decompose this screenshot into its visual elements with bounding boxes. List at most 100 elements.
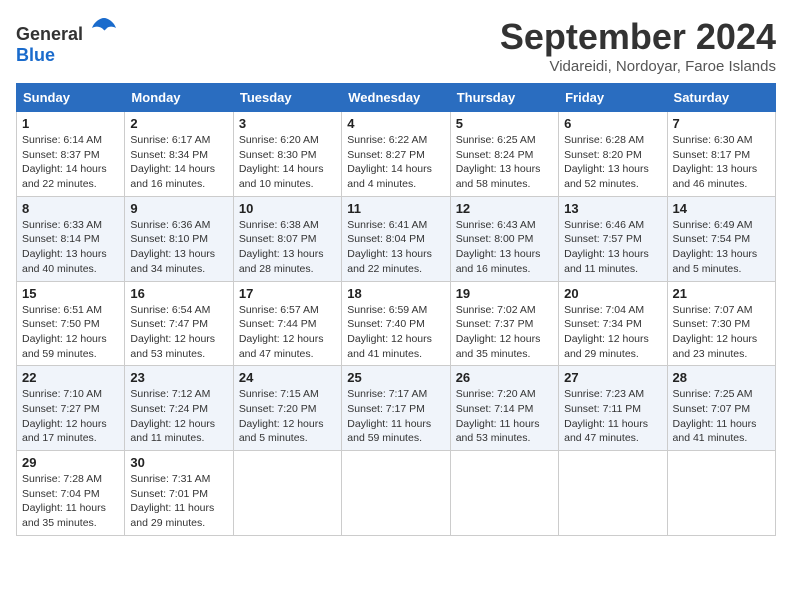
day-number: 14 <box>673 201 770 216</box>
calendar-cell: 21 Sunrise: 7:07 AMSunset: 7:30 PMDayligh… <box>667 281 775 366</box>
calendar-cell: 12 Sunrise: 6:43 AMSunset: 8:00 PMDayligh… <box>450 196 558 281</box>
day-number: 6 <box>564 116 661 131</box>
day-info: Sunrise: 6:28 AMSunset: 8:20 PMDaylight:… <box>564 133 661 192</box>
calendar-cell <box>342 451 450 536</box>
day-info: Sunrise: 6:43 AMSunset: 8:00 PMDaylight:… <box>456 218 553 277</box>
calendar-cell: 24Sunrise: 7:15 AMSunset: 7:20 PMDayligh… <box>233 366 341 451</box>
day-info: Sunrise: 6:41 AMSunset: 8:04 PMDaylight:… <box>347 218 444 277</box>
calendar-cell: 30Sunrise: 7:31 AMSunset: 7:01 PMDayligh… <box>125 451 233 536</box>
calendar-cell: 27 Sunrise: 7:23 AMSunset: 7:11 PMDayligh… <box>559 366 667 451</box>
day-info: Sunrise: 7:31 AMSunset: 7:01 PMDaylight:… <box>130 472 227 531</box>
day-info: Sunrise: 6:17 AMSunset: 8:34 PMDaylight:… <box>130 133 227 192</box>
day-number: 25 <box>347 370 444 385</box>
calendar-cell: 7 Sunrise: 6:30 AMSunset: 8:17 PMDaylight… <box>667 112 775 197</box>
calendar-cell: 6 Sunrise: 6:28 AMSunset: 8:20 PMDaylight… <box>559 112 667 197</box>
day-info: Sunrise: 7:28 AMSunset: 7:04 PMDaylight:… <box>22 472 119 531</box>
day-info: Sunrise: 6:22 AMSunset: 8:27 PMDaylight:… <box>347 133 444 192</box>
day-number: 27 <box>564 370 661 385</box>
weekday-header-monday: Monday <box>125 84 233 112</box>
weekday-header-tuesday: Tuesday <box>233 84 341 112</box>
day-info: Sunrise: 6:33 AMSunset: 8:14 PMDaylight:… <box>22 218 119 277</box>
day-number: 5 <box>456 116 553 131</box>
calendar-cell: 28 Sunrise: 7:25 AMSunset: 7:07 PMDayligh… <box>667 366 775 451</box>
day-info: Sunrise: 6:38 AMSunset: 8:07 PMDaylight:… <box>239 218 336 277</box>
calendar-cell: 4Sunrise: 6:22 AMSunset: 8:27 PMDaylight… <box>342 112 450 197</box>
week-row-4: 22 Sunrise: 7:10 AMSunset: 7:27 PMDayligh… <box>17 366 776 451</box>
weekday-header-saturday: Saturday <box>667 84 775 112</box>
weekday-header-sunday: Sunday <box>17 84 125 112</box>
day-number: 28 <box>673 370 770 385</box>
day-info: Sunrise: 6:36 AMSunset: 8:10 PMDaylight:… <box>130 218 227 277</box>
day-info: Sunrise: 7:17 AMSunset: 7:17 PMDaylight:… <box>347 387 444 446</box>
day-number: 29 <box>22 455 119 470</box>
day-info: Sunrise: 7:10 AMSunset: 7:27 PMDaylight:… <box>22 387 119 446</box>
day-number: 2 <box>130 116 227 131</box>
day-number: 1 <box>22 116 119 131</box>
calendar-cell: 25 Sunrise: 7:17 AMSunset: 7:17 PMDayligh… <box>342 366 450 451</box>
day-info: Sunrise: 6:49 AMSunset: 7:54 PMDaylight:… <box>673 218 770 277</box>
calendar-cell: 14 Sunrise: 6:49 AMSunset: 7:54 PMDayligh… <box>667 196 775 281</box>
logo-text-blue: Blue <box>16 45 55 65</box>
calendar-cell <box>450 451 558 536</box>
day-number: 16 <box>130 286 227 301</box>
day-number: 8 <box>22 201 119 216</box>
calendar-cell: 22 Sunrise: 7:10 AMSunset: 7:27 PMDayligh… <box>17 366 125 451</box>
day-number: 13 <box>564 201 661 216</box>
weekday-header-friday: Friday <box>559 84 667 112</box>
calendar-cell: 2 Sunrise: 6:17 AMSunset: 8:34 PMDaylight… <box>125 112 233 197</box>
location-subtitle: Vidareidi, Nordoyar, Faroe Islands <box>500 58 776 75</box>
day-info: Sunrise: 6:54 AMSunset: 7:47 PMDaylight:… <box>130 303 227 362</box>
calendar-cell: 26Sunrise: 7:20 AMSunset: 7:14 PMDayligh… <box>450 366 558 451</box>
calendar-cell: 5 Sunrise: 6:25 AMSunset: 8:24 PMDaylight… <box>450 112 558 197</box>
calendar-table: SundayMondayTuesdayWednesdayThursdayFrid… <box>16 83 776 536</box>
week-row-3: 15 Sunrise: 6:51 AMSunset: 7:50 PMDayligh… <box>17 281 776 366</box>
calendar-cell: 18Sunrise: 6:59 AMSunset: 7:40 PMDayligh… <box>342 281 450 366</box>
day-info: Sunrise: 6:57 AMSunset: 7:44 PMDaylight:… <box>239 303 336 362</box>
day-info: Sunrise: 6:25 AMSunset: 8:24 PMDaylight:… <box>456 133 553 192</box>
day-number: 22 <box>22 370 119 385</box>
month-title: September 2024 <box>500 16 776 58</box>
weekday-header-row: SundayMondayTuesdayWednesdayThursdayFrid… <box>17 84 776 112</box>
day-info: Sunrise: 7:04 AMSunset: 7:34 PMDaylight:… <box>564 303 661 362</box>
week-row-2: 8 Sunrise: 6:33 AMSunset: 8:14 PMDaylight… <box>17 196 776 281</box>
calendar-cell: 17 Sunrise: 6:57 AMSunset: 7:44 PMDayligh… <box>233 281 341 366</box>
day-number: 23 <box>130 370 227 385</box>
week-row-5: 29 Sunrise: 7:28 AMSunset: 7:04 PMDayligh… <box>17 451 776 536</box>
day-number: 21 <box>673 286 770 301</box>
day-info: Sunrise: 7:07 AMSunset: 7:30 PMDaylight:… <box>673 303 770 362</box>
logo-text-general: General <box>16 24 83 44</box>
logo: General Blue <box>16 16 118 66</box>
day-info: Sunrise: 7:12 AMSunset: 7:24 PMDaylight:… <box>130 387 227 446</box>
day-number: 3 <box>239 116 336 131</box>
calendar-cell: 16 Sunrise: 6:54 AMSunset: 7:47 PMDayligh… <box>125 281 233 366</box>
calendar-cell: 13 Sunrise: 6:46 AMSunset: 7:57 PMDayligh… <box>559 196 667 281</box>
day-info: Sunrise: 7:15 AMSunset: 7:20 PMDaylight:… <box>239 387 336 446</box>
day-number: 11 <box>347 201 444 216</box>
day-info: Sunrise: 7:02 AMSunset: 7:37 PMDaylight:… <box>456 303 553 362</box>
calendar-cell: 10Sunrise: 6:38 AMSunset: 8:07 PMDayligh… <box>233 196 341 281</box>
day-info: Sunrise: 6:46 AMSunset: 7:57 PMDaylight:… <box>564 218 661 277</box>
calendar-cell: 23 Sunrise: 7:12 AMSunset: 7:24 PMDayligh… <box>125 366 233 451</box>
weekday-header-wednesday: Wednesday <box>342 84 450 112</box>
calendar-cell: 20Sunrise: 7:04 AMSunset: 7:34 PMDayligh… <box>559 281 667 366</box>
calendar-cell: 9Sunrise: 6:36 AMSunset: 8:10 PMDaylight… <box>125 196 233 281</box>
day-info: Sunrise: 7:23 AMSunset: 7:11 PMDaylight:… <box>564 387 661 446</box>
calendar-cell: 11 Sunrise: 6:41 AMSunset: 8:04 PMDayligh… <box>342 196 450 281</box>
calendar-cell: 8 Sunrise: 6:33 AMSunset: 8:14 PMDaylight… <box>17 196 125 281</box>
day-number: 17 <box>239 286 336 301</box>
day-info: Sunrise: 7:25 AMSunset: 7:07 PMDaylight:… <box>673 387 770 446</box>
calendar-cell: 3Sunrise: 6:20 AMSunset: 8:30 PMDaylight… <box>233 112 341 197</box>
day-number: 15 <box>22 286 119 301</box>
day-number: 7 <box>673 116 770 131</box>
day-info: Sunrise: 6:30 AMSunset: 8:17 PMDaylight:… <box>673 133 770 192</box>
day-number: 18 <box>347 286 444 301</box>
calendar-cell <box>559 451 667 536</box>
week-row-1: 1Sunrise: 6:14 AMSunset: 8:37 PMDaylight… <box>17 112 776 197</box>
weekday-header-thursday: Thursday <box>450 84 558 112</box>
day-number: 19 <box>456 286 553 301</box>
day-number: 12 <box>456 201 553 216</box>
day-info: Sunrise: 6:51 AMSunset: 7:50 PMDaylight:… <box>22 303 119 362</box>
calendar-cell: 15 Sunrise: 6:51 AMSunset: 7:50 PMDayligh… <box>17 281 125 366</box>
calendar-cell <box>667 451 775 536</box>
title-area: September 2024 Vidareidi, Nordoyar, Faro… <box>500 16 776 75</box>
